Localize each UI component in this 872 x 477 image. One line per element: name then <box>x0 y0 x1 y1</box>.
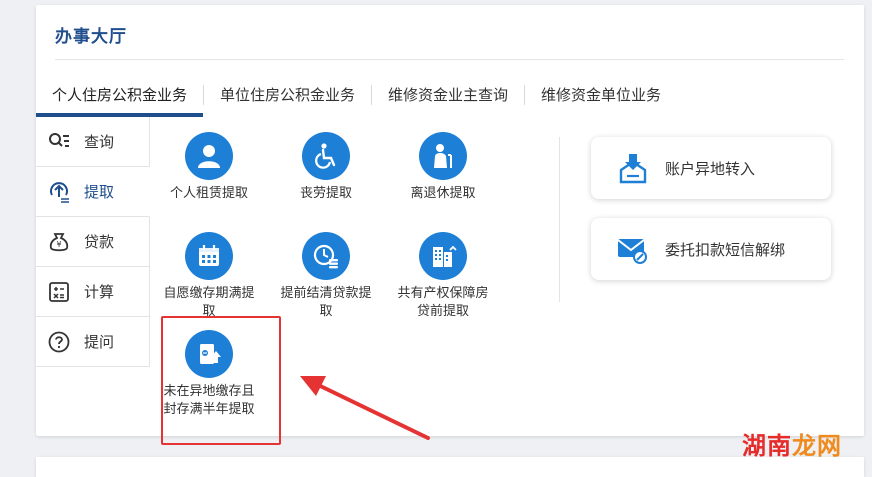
card-label: 账户异地转入 <box>665 159 756 178</box>
person-icon <box>185 132 233 180</box>
sidebar-item-ask[interactable]: 提问 <box>36 317 150 367</box>
service-label: 共有产权保障房贷前提取 <box>397 286 489 319</box>
section-divider <box>559 137 560 302</box>
service-label: 丧劳提取 <box>299 186 352 201</box>
elderly-icon <box>419 132 467 180</box>
sidebar-item-query[interactable]: 查询 <box>36 117 150 167</box>
withdraw-icon <box>46 179 72 205</box>
tab-maintenance-owner-query[interactable]: 维修资金业主查询 <box>372 77 524 117</box>
sidebar: 查询 提取 ¥ 贷款 计算 提问 <box>36 117 150 367</box>
title-divider <box>55 59 844 60</box>
watermark-part-2: 龙网 <box>792 432 842 460</box>
transfer-in-icon <box>613 148 653 188</box>
page-title: 办事大厅 <box>55 27 127 47</box>
wheelchair-icon <box>302 132 350 180</box>
tab-maintenance-unit[interactable]: 维修资金单位业务 <box>525 77 677 117</box>
money-bag-icon: ¥ <box>46 229 72 255</box>
calendar-icon <box>185 232 233 280</box>
service-label: 个人租赁提取 <box>169 186 248 201</box>
service-early-loan-payoff-withdraw[interactable]: 提前结清贷款提取 <box>276 232 376 321</box>
service-label: 提前结清贷款提取 <box>280 286 372 319</box>
watermark: 湖南龙网 <box>742 426 842 461</box>
service-voluntary-deposit-withdraw[interactable]: 自愿缴存期满提取 <box>159 232 259 321</box>
sidebar-item-label: 提问 <box>84 333 115 351</box>
calculator-icon <box>46 279 72 305</box>
service-disability-withdraw[interactable]: 丧劳提取 <box>276 132 376 203</box>
account-remote-transfer-in-button[interactable]: 账户异地转入 <box>591 137 831 199</box>
sidebar-item-calculate[interactable]: 计算 <box>36 267 150 317</box>
search-list-icon <box>46 129 72 155</box>
card-label: 委托扣款短信解绑 <box>665 240 786 259</box>
svg-text:¥: ¥ <box>56 240 61 249</box>
service-shared-property-housing-withdraw[interactable]: 共有产权保障房贷前提取 <box>393 232 493 321</box>
tab-unit-fund[interactable]: 单位住房公积金业务 <box>204 77 371 117</box>
next-panel-edge <box>36 457 864 477</box>
service-label: 离退休提取 <box>410 186 476 201</box>
sidebar-item-loan[interactable]: ¥ 贷款 <box>36 217 150 267</box>
watermark-part-1: 湖南 <box>742 432 792 460</box>
clock-coins-icon <box>302 232 350 280</box>
service-personal-rent-withdraw[interactable]: 个人租赁提取 <box>159 132 259 203</box>
business-tabs: 个人住房公积金业务 单位住房公积金业务 维修资金业主查询 维修资金单位业务 <box>36 77 677 117</box>
sidebar-item-withdraw[interactable]: 提取 <box>36 167 150 217</box>
sidebar-item-label: 查询 <box>84 133 115 151</box>
sms-deduction-unbind-button[interactable]: 委托扣款短信解绑 <box>591 218 831 280</box>
tab-personal-fund[interactable]: 个人住房公积金业务 <box>36 77 204 117</box>
question-icon <box>46 329 72 355</box>
annotation-arrow-icon <box>300 376 430 440</box>
service-retirement-withdraw[interactable]: 离退休提取 <box>393 132 493 203</box>
buildings-icon <box>419 232 467 280</box>
sidebar-item-label: 贷款 <box>84 233 115 251</box>
sidebar-item-label: 计算 <box>84 283 115 301</box>
highlight-annotation-box <box>161 316 281 445</box>
envelope-unlink-icon <box>613 229 653 269</box>
sidebar-item-label: 提取 <box>84 183 115 201</box>
service-hall-panel: 办事大厅 个人住房公积金业务 单位住房公积金业务 维修资金业主查询 维修资金单位… <box>36 5 864 445</box>
